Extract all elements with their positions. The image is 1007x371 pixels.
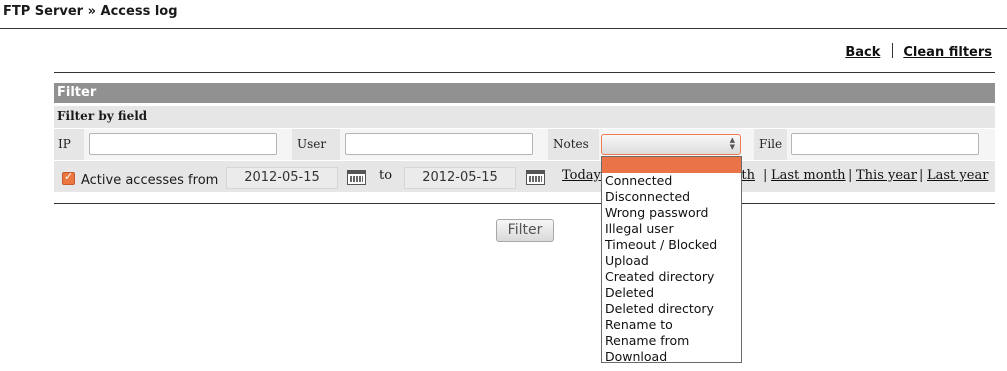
calendar-icon[interactable] [526, 170, 545, 185]
file-input[interactable] [791, 133, 979, 155]
filter-by-field-label: Filter by field [57, 109, 148, 123]
link-separator: | [763, 168, 768, 183]
dropdown-option[interactable]: Deleted [602, 285, 741, 301]
dropdown-option[interactable]: Upload [602, 253, 741, 269]
user-input[interactable] [345, 133, 533, 155]
dropdown-option[interactable]: Connected [602, 173, 741, 189]
date-from-input[interactable]: 2012-05-15 [226, 167, 338, 189]
dropdown-option[interactable]: Illegal user [602, 221, 741, 237]
back-link[interactable]: Back [845, 45, 880, 60]
ip-input[interactable] [89, 133, 277, 155]
dropdown-option[interactable]: Timeout / Blocked [602, 237, 741, 253]
last-year-link[interactable]: Last year [927, 168, 988, 183]
filter-panel-bottom-rule [54, 203, 995, 204]
dropdown-option[interactable]: Rename to [602, 317, 741, 333]
clean-filters-link[interactable]: Clean filters [903, 45, 992, 60]
filter-panel-top-rule [54, 72, 995, 73]
date-to-input[interactable]: 2012-05-15 [404, 167, 516, 189]
to-label: to [379, 168, 393, 183]
filter-button[interactable]: Filter [496, 219, 554, 242]
dropdown-option[interactable]: Disconnected [602, 189, 741, 205]
checkmark-icon: ✓ [64, 170, 74, 183]
active-accesses-label: Active accesses from [81, 173, 219, 188]
file-label: File [759, 137, 783, 151]
filter-header: Filter [54, 83, 995, 103]
dropdown-option[interactable]: Rename from [602, 333, 741, 349]
calendar-icon[interactable] [347, 170, 366, 185]
notes-label: Notes [553, 137, 589, 151]
notes-dropdown-list: Connected Disconnected Wrong password Il… [601, 156, 742, 365]
select-arrows-icon: ▲ ▼ [729, 136, 735, 151]
user-label: User [297, 137, 327, 151]
dropdown-option[interactable]: Created directory [602, 269, 741, 285]
link-separator: | [848, 168, 853, 183]
dropdown-option[interactable] [602, 157, 741, 173]
dropdown-option[interactable]: Wrong password [602, 205, 741, 221]
today-link[interactable]: Today [562, 168, 601, 183]
ip-label: IP [58, 137, 71, 151]
dropdown-option[interactable]: Deleted directory [602, 301, 741, 317]
last-month-link[interactable]: Last month [771, 168, 846, 183]
active-accesses-checkbox[interactable]: ✓ [62, 170, 75, 185]
dropdown-option[interactable]: Download [602, 349, 741, 365]
title-divider [0, 28, 1007, 29]
this-year-link[interactable]: This year [856, 168, 917, 183]
filter-header-title: Filter [57, 85, 97, 100]
notes-select[interactable]: ▲ ▼ [601, 134, 741, 155]
link-separator: | [919, 168, 924, 183]
top-links: Back Clean filters [845, 43, 992, 60]
link-separator [892, 43, 894, 58]
filter-by-field-row: Filter by field [54, 106, 995, 128]
page-title: FTP Server » Access log [3, 4, 178, 19]
